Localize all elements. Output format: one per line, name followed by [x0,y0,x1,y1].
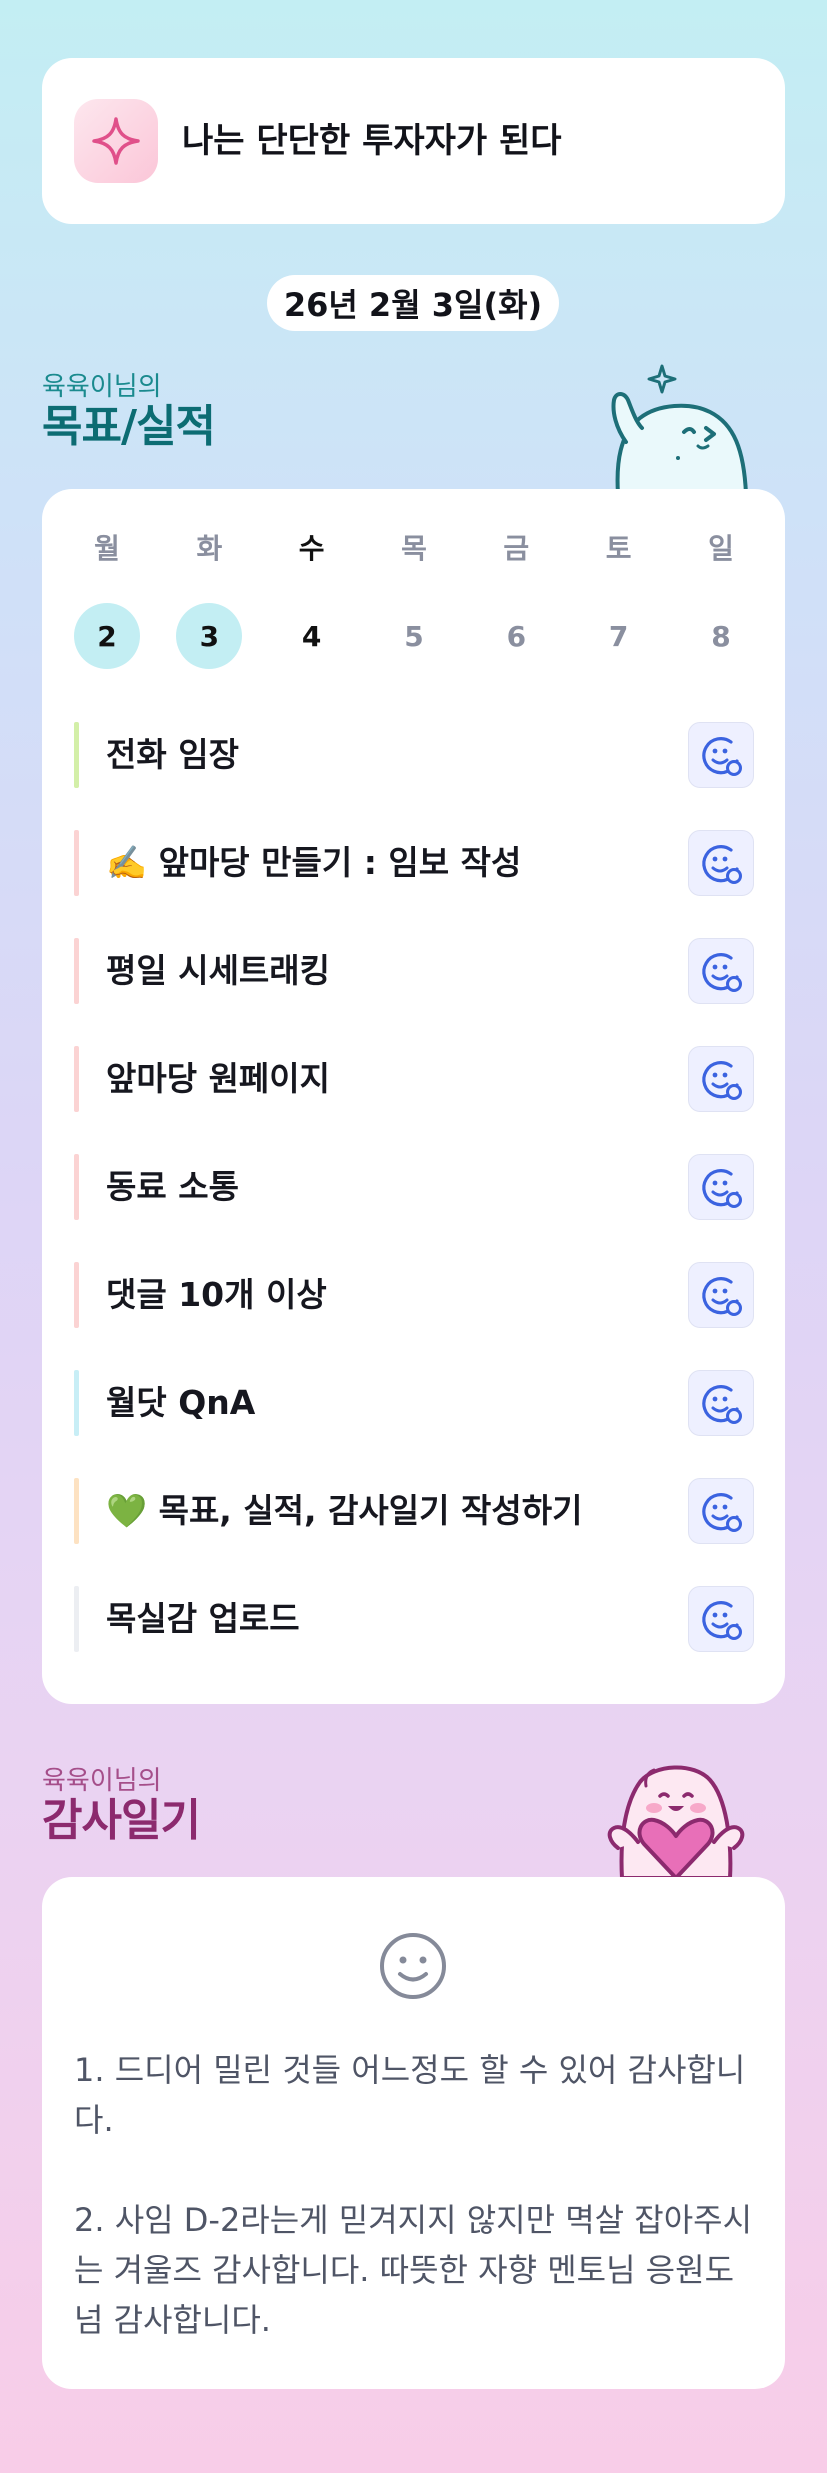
goal-color-bar [74,830,79,896]
gratitude-section-title: 감사일기 [42,1795,201,1846]
goal-text: 평일 시세트래킹 [106,951,331,990]
gratitude-card: 1. 드디어 밀린 것들 어느정도 할 수 있어 감사합니다. 2. 사임 D-… [42,1877,785,2389]
smiley-add-icon[interactable] [688,1478,754,1544]
goal-item: 동료 소통 [74,1133,754,1241]
goal-text: 댓글 10개 이상 [106,1275,327,1314]
smiley-add-icon[interactable] [688,1586,754,1652]
day-number[interactable]: 2 [74,603,140,669]
sparkle-icon [74,99,158,183]
goal-item: 평일 시세트래킹 [74,917,754,1025]
smiley-add-icon[interactable] [688,722,754,788]
day-column-mon[interactable]: 월 2 [74,529,140,669]
day-column-tue[interactable]: 화 3 [176,529,243,669]
goal-item: ✍️ 앞마당 만들기 : 임보 작성 [74,809,754,917]
weekday-label: 화 [196,532,223,565]
goal-text: 목실감 업로드 [106,1599,300,1638]
goal-text: 앞마당 원페이지 [106,1059,331,1098]
week-calendar: 월 2 화 3 수 4 목 5 금 6 토 7 일 8 [74,529,754,669]
day-number[interactable]: 7 [586,603,652,669]
goal-item: 댓글 10개 이상 [74,1241,754,1349]
goal-color-bar [74,938,79,1004]
goal-text: 💚 목표, 실적, 감사일기 작성하기 [106,1491,583,1530]
goal-text: ✍️ 앞마당 만들기 : 임보 작성 [106,843,522,882]
goal-color-bar [74,1154,79,1220]
day-number[interactable]: 8 [688,603,754,669]
goal-text: 월닷 QnA [106,1383,256,1422]
weekday-label: 금 [503,532,530,565]
goal-item: 목실감 업로드 [74,1565,754,1673]
date-label[interactable]: 26년 2월 3일(화) [267,275,559,331]
day-column-thu[interactable]: 목 5 [381,529,447,669]
day-column-fri[interactable]: 금 6 [483,529,549,669]
weekday-label: 목 [401,532,427,565]
goal-color-bar [74,1370,79,1436]
ghost-mascot-heart [607,1765,745,1878]
motto-text: 나는 단단한 투자자가 된다 [182,121,562,161]
goal-color-bar [74,1262,79,1328]
goal-text: 동료 소통 [106,1167,239,1206]
day-column-wed[interactable]: 수 4 [279,529,345,669]
weekday-label: 수 [298,532,325,565]
goal-item: 전화 임장 [74,701,754,809]
motto-card: 나는 단단한 투자자가 된다 [42,58,785,224]
smiley-add-icon[interactable] [688,1154,754,1220]
weekday-label: 일 [708,532,734,565]
weekday-label: 토 [605,532,632,565]
day-number[interactable]: 6 [483,603,549,669]
weekday-label: 월 [94,532,120,565]
goals-section-title: 목표/실적 [42,401,216,452]
goal-item: 앞마당 원페이지 [74,1025,754,1133]
day-number[interactable]: 4 [279,603,345,669]
gratitude-text[interactable]: 1. 드디어 밀린 것들 어느정도 할 수 있어 감사합니다. 2. 사임 D-… [74,2045,754,2345]
goal-list: 전화 임장 ✍️ 앞마당 만들기 : 임보 작성 평일 시세트래킹 앞마당 원페… [74,701,754,1673]
smiley-add-icon[interactable] [688,830,754,896]
smiley-add-icon[interactable] [688,938,754,1004]
goal-color-bar [74,1586,79,1652]
ghost-mascot-waving [611,364,749,494]
day-column-sun[interactable]: 일 8 [688,529,754,669]
goals-section-subtitle: 육육이님의 [42,372,162,402]
smiley-add-icon[interactable] [688,1262,754,1328]
day-column-sat[interactable]: 토 7 [586,529,652,669]
gratitude-section-header: 육육이님의 감사일기 [42,1766,201,1846]
day-number[interactable]: 3 [176,603,243,669]
goal-color-bar [74,722,79,788]
gratitude-section-subtitle: 육육이님의 [42,1766,162,1796]
goal-item: 💚 목표, 실적, 감사일기 작성하기 [74,1457,754,1565]
goals-card: 월 2 화 3 수 4 목 5 금 6 토 7 일 8 전화 임장 ✍️ 앞마당… [42,489,785,1704]
smiley-icon[interactable] [378,1931,448,2005]
goal-color-bar [74,1478,79,1544]
goals-section-header: 육육이님의 목표/실적 [42,372,216,452]
smiley-add-icon[interactable] [688,1046,754,1112]
goal-item: 월닷 QnA [74,1349,754,1457]
smiley-add-icon[interactable] [688,1370,754,1436]
goal-text: 전화 임장 [106,735,239,774]
goal-color-bar [74,1046,79,1112]
day-number[interactable]: 5 [381,603,447,669]
